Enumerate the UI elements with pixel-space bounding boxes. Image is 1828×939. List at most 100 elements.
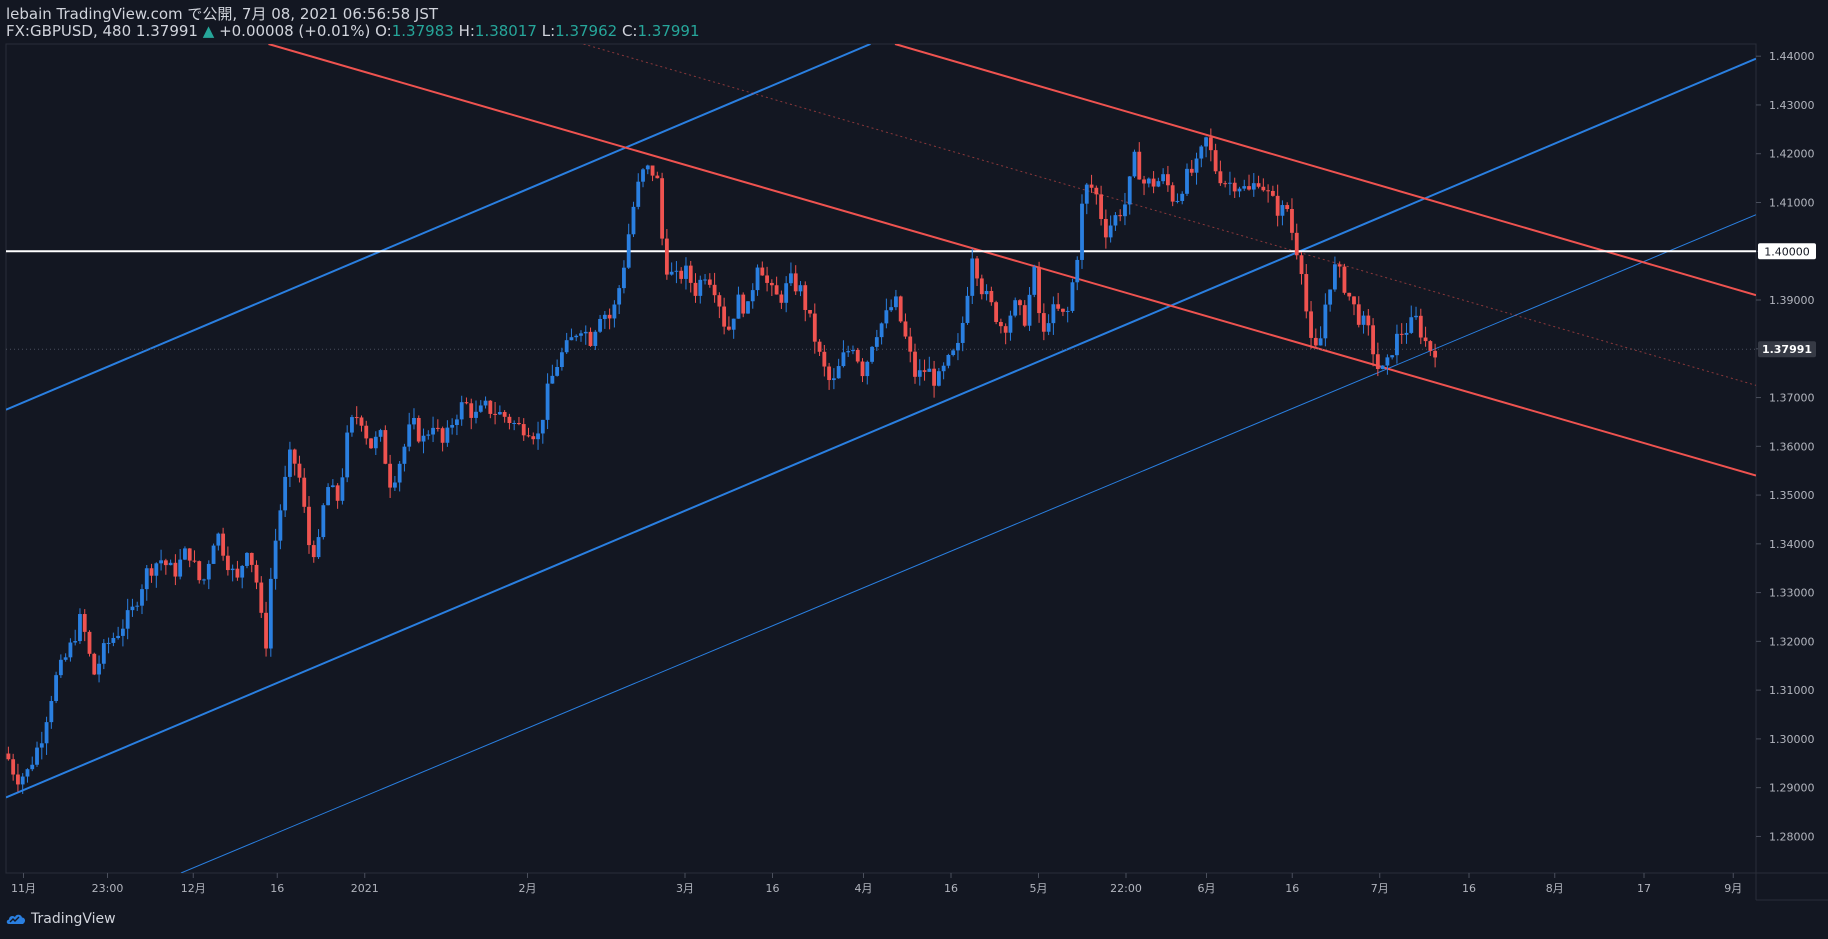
candle-body [297,463,302,478]
candle [1347,292,1352,301]
candle [1108,215,1113,243]
candle-body [521,424,526,436]
candle [144,564,149,601]
candle-body [1013,300,1018,316]
candle [330,479,335,488]
candle [898,295,903,323]
candle [774,276,779,295]
candle-body [483,400,488,406]
candle-body [307,506,311,546]
candle-body [168,562,173,566]
candle [1328,289,1333,312]
candle-body [464,402,469,404]
candle-body [1185,168,1189,194]
candle-body [1037,266,1041,314]
candle [712,272,717,303]
candle [612,300,617,328]
candle-body [965,295,970,323]
candle [1103,209,1108,249]
candle-body [784,283,789,303]
candle-body [865,361,870,377]
candle-body [1123,204,1127,217]
red-channel-upper[interactable] [894,44,1756,297]
candle [998,318,1003,334]
red-dotted-median[interactable] [583,44,1757,386]
candle-body [455,419,459,426]
x-tick-label: 16 [766,882,780,895]
candle [78,608,82,644]
candle [874,329,879,351]
candle [894,289,898,311]
candle [550,364,555,384]
candle [159,549,163,571]
candle [1309,301,1313,349]
candle [488,400,493,419]
candle-body [1137,151,1142,180]
candle [154,562,159,588]
tradingview-brand[interactable]: TradingView [6,911,116,927]
candle-body [731,318,736,330]
candle-body [1127,176,1132,205]
candle [1423,326,1428,347]
candle [941,362,946,380]
blue-channel-upper[interactable] [6,44,871,411]
candle-body [1366,315,1371,326]
candle-body [1056,304,1061,309]
candle [746,301,750,314]
y-tick-label: 1.39000 [1769,294,1815,307]
candle-body [612,304,617,319]
candle-body [669,271,674,275]
candle [49,695,54,729]
candle-body [373,436,378,449]
candle-body [836,366,841,379]
candle [230,564,235,582]
candle-body [92,653,97,675]
candle [225,546,230,576]
candle-body [345,432,350,478]
candle-body [555,366,560,376]
candle-body [1290,209,1294,233]
candle [1003,323,1008,345]
blue-channel-lower[interactable] [6,57,1756,799]
candle [1070,278,1075,313]
candle-body [283,476,288,511]
candle-body [960,322,965,343]
candle [149,563,154,583]
candle-body [1395,333,1399,356]
candle-body [125,610,130,629]
candle [622,260,626,294]
candle [345,425,350,483]
candle [1280,200,1285,226]
candle-body [245,552,249,566]
candle-body [779,294,784,303]
candle-body [951,350,956,355]
candle [979,274,984,300]
candle [135,601,140,611]
candle-body [903,321,908,337]
candle-body [1084,184,1089,204]
candle-body [817,341,822,352]
candle-body [35,747,39,765]
candle-body [1065,310,1070,312]
candle-body [20,776,25,785]
candle [1323,293,1328,347]
price-chart[interactable]: 1.28000 1.29000 1.30000 1.31000 1.32000 1.330… [0,0,1828,939]
candle [173,554,178,586]
candle [1299,252,1304,285]
candle-body [1232,182,1237,192]
candle-body [144,568,149,590]
candle-body [870,346,874,362]
candle-body [1337,264,1342,267]
candle [335,483,340,509]
candle-body [889,307,894,311]
y-tick-label: 1.28000 [1769,830,1815,843]
candle [1123,192,1127,226]
candle [626,223,631,270]
candle-body [1022,305,1027,326]
candle [736,286,741,319]
candle-body [831,378,836,381]
candle-body [1285,205,1290,210]
candle [1371,318,1375,367]
candle [221,527,226,561]
candle [101,639,106,670]
